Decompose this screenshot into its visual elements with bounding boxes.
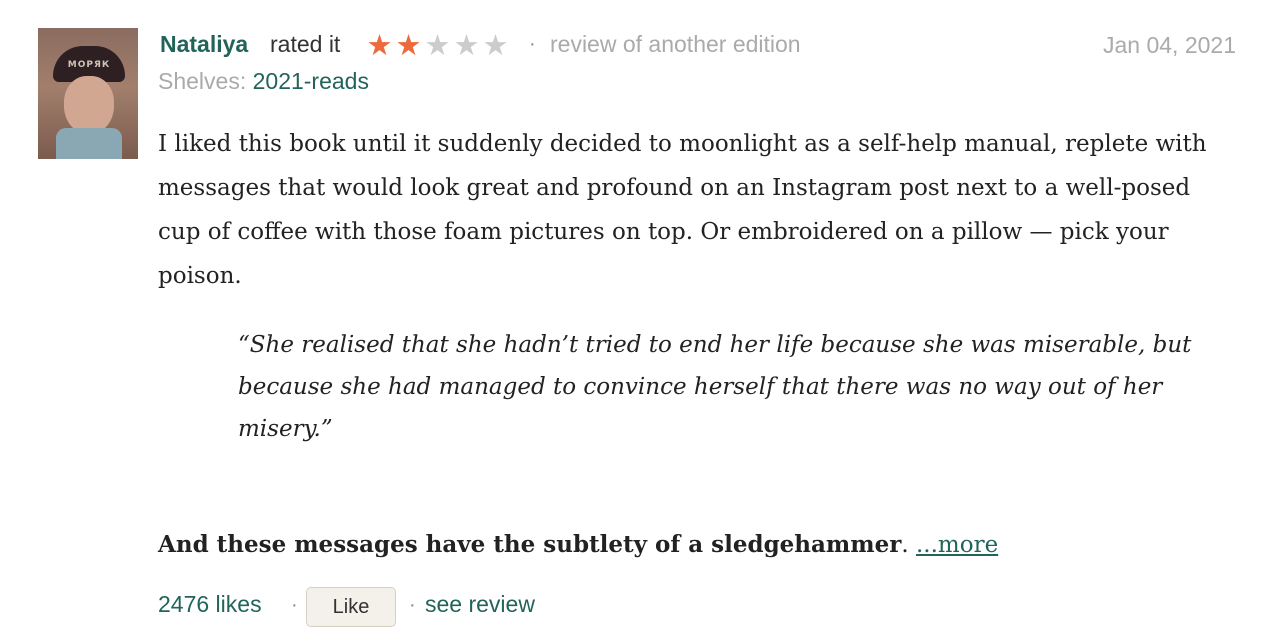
star-empty-icon[interactable]: ★ xyxy=(481,30,510,60)
review-quote: “She realised that she hadn’t tried to e… xyxy=(238,332,1192,442)
review-body: I liked this book until it suddenly deci… xyxy=(158,122,1233,298)
closing-bold-text: And these messages have the subtlety of … xyxy=(158,531,902,558)
likes-count-link[interactable]: 2476 likes xyxy=(158,591,262,618)
star-empty-icon[interactable]: ★ xyxy=(423,30,452,60)
star-empty-icon[interactable]: ★ xyxy=(452,30,481,60)
shelves-label: Shelves: xyxy=(158,68,247,94)
closing-punct: . xyxy=(901,532,909,558)
star-filled-icon[interactable]: ★ xyxy=(394,30,423,60)
edition-note: review of another edition xyxy=(550,31,801,57)
shelf-link[interactable]: 2021-reads xyxy=(253,68,369,94)
like-button[interactable]: Like xyxy=(306,587,396,627)
separator-dot: · xyxy=(529,33,536,55)
star-filled-icon[interactable]: ★ xyxy=(365,30,394,60)
user-avatar[interactable]: МОРЯК xyxy=(38,28,138,159)
review-closing: And these messages have the subtlety of … xyxy=(158,523,998,567)
separator-dot: · xyxy=(409,594,416,616)
more-link[interactable]: ...more xyxy=(916,532,998,558)
face-shape xyxy=(64,76,114,134)
collar-shape xyxy=(56,128,122,159)
see-review-link[interactable]: see review xyxy=(425,591,535,618)
cap-text: МОРЯК xyxy=(67,60,111,70)
shelves-row: Shelves: 2021-reads xyxy=(158,68,369,95)
reviewer-name-link[interactable]: Nataliya xyxy=(160,31,248,58)
separator-dot: · xyxy=(291,594,298,616)
rated-it-text: rated it xyxy=(270,31,341,57)
review-date-link[interactable]: Jan 04, 2021 xyxy=(1103,32,1236,59)
review-paragraph: I liked this book until it suddenly deci… xyxy=(158,131,1207,289)
star-rating[interactable]: ★ ★ ★ ★ ★ xyxy=(365,28,510,62)
